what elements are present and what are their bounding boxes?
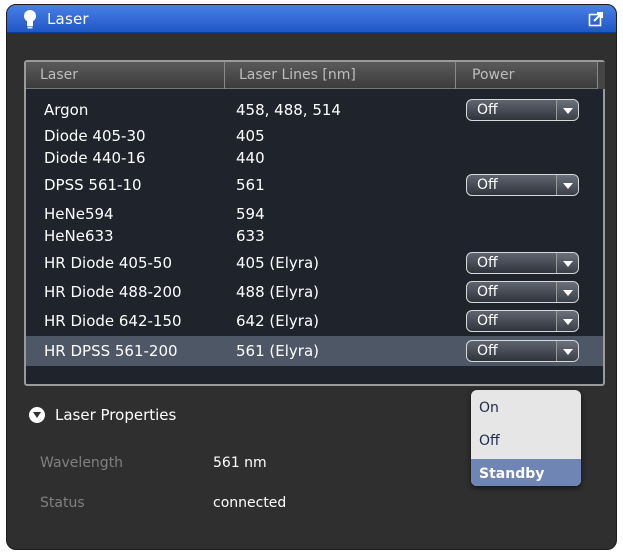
table-row[interactable]: Diode 440-16 440	[26, 146, 603, 170]
column-header-laser[interactable]: Laser	[26, 62, 224, 89]
laser-lines: 594	[236, 205, 265, 223]
power-select-hr-diode-488-200[interactable]: Off	[466, 281, 579, 303]
laser-name: HR DPSS 561-200	[44, 342, 178, 360]
dropdown-option-standby[interactable]: Standby	[471, 459, 581, 486]
laser-properties-title: Laser Properties	[55, 406, 177, 424]
dropdown-option-on[interactable]: On	[471, 393, 581, 423]
column-header-power[interactable]: Power	[455, 62, 597, 89]
laser-name: DPSS 561-10	[44, 176, 142, 194]
chevron-down-icon[interactable]	[556, 175, 578, 195]
lightbulb-icon	[21, 9, 39, 29]
laser-lines: 561 (Elyra)	[236, 342, 319, 360]
header-end-cap	[597, 62, 605, 89]
table-row[interactable]: HR Diode 642-150 642 (Elyra) Off	[26, 309, 603, 333]
undock-icon[interactable]	[588, 11, 604, 27]
laser-lines: 458, 488, 514	[236, 101, 341, 119]
laser-lines: 633	[236, 227, 265, 245]
power-value: Off	[477, 284, 498, 300]
laser-lines: 642 (Elyra)	[236, 312, 319, 330]
wavelength-label: Wavelength	[40, 455, 124, 471]
chevron-down-icon[interactable]	[556, 341, 578, 361]
table-row[interactable]: HeNe594 594	[26, 202, 603, 226]
power-select-hr-dpss-561-200[interactable]: Off	[466, 340, 579, 362]
chevron-down-icon[interactable]	[556, 253, 578, 273]
laser-name: HeNe594	[44, 205, 114, 223]
laser-lines: 488 (Elyra)	[236, 283, 319, 301]
laser-lines: 440	[236, 149, 265, 167]
laser-table: Laser Laser Lines [nm] Power Argon 458, …	[24, 60, 605, 386]
laser-name: Diode 440-16	[44, 149, 146, 167]
laser-name: HR Diode 488-200	[44, 283, 182, 301]
power-select-dpss-561-10[interactable]: Off	[466, 174, 579, 196]
laser-name: Diode 405-30	[44, 127, 146, 145]
laser-name: Argon	[44, 101, 89, 119]
laser-name: HR Diode 642-150	[44, 312, 182, 330]
collapse-toggle-icon[interactable]	[29, 407, 45, 423]
laser-properties-header[interactable]: Laser Properties	[29, 405, 176, 425]
power-value: Off	[477, 255, 498, 271]
chevron-down-icon[interactable]	[556, 311, 578, 331]
chevron-down-icon[interactable]	[556, 100, 578, 120]
column-header-laser-lines[interactable]: Laser Lines [nm]	[224, 62, 455, 89]
wavelength-value: 561 nm	[213, 455, 267, 471]
laser-name: HR Diode 405-50	[44, 254, 173, 272]
table-row[interactable]: HR Diode 488-200 488 (Elyra) Off	[26, 280, 603, 304]
laser-lines: 405 (Elyra)	[236, 254, 319, 272]
power-value: Off	[477, 102, 498, 118]
laser-lines: 405	[236, 127, 265, 145]
table-row[interactable]: Diode 405-30 405	[26, 124, 603, 148]
power-value: Off	[477, 313, 498, 329]
power-select-hr-diode-642-150[interactable]: Off	[466, 310, 579, 332]
power-value: Off	[477, 177, 498, 193]
laser-lines: 561	[236, 176, 265, 194]
power-dropdown-menu: On Off Standby	[471, 390, 581, 486]
table-row[interactable]: DPSS 561-10 561 Off	[26, 173, 603, 197]
chevron-down-icon[interactable]	[556, 282, 578, 302]
power-value: Off	[477, 343, 498, 359]
table-row[interactable]: Argon 458, 488, 514 Off	[26, 98, 603, 122]
dropdown-option-off[interactable]: Off	[471, 426, 581, 456]
power-select-argon[interactable]: Off	[466, 99, 579, 121]
title-bar: Laser	[7, 5, 616, 33]
laser-panel: Laser Laser Laser Lines [nm] Power Argon…	[6, 4, 617, 550]
status-value: connected	[213, 495, 287, 511]
window-title: Laser	[47, 9, 89, 28]
table-header: Laser Laser Lines [nm] Power	[26, 62, 605, 89]
table-row[interactable]: HR Diode 405-50 405 (Elyra) Off	[26, 251, 603, 275]
table-row-selected[interactable]: HR DPSS 561-200 561 (Elyra) Off	[26, 336, 603, 366]
status-label: Status	[40, 495, 85, 511]
table-row[interactable]: HeNe633 633	[26, 224, 603, 248]
laser-name: HeNe633	[44, 227, 114, 245]
power-select-hr-diode-405-50[interactable]: Off	[466, 252, 579, 274]
